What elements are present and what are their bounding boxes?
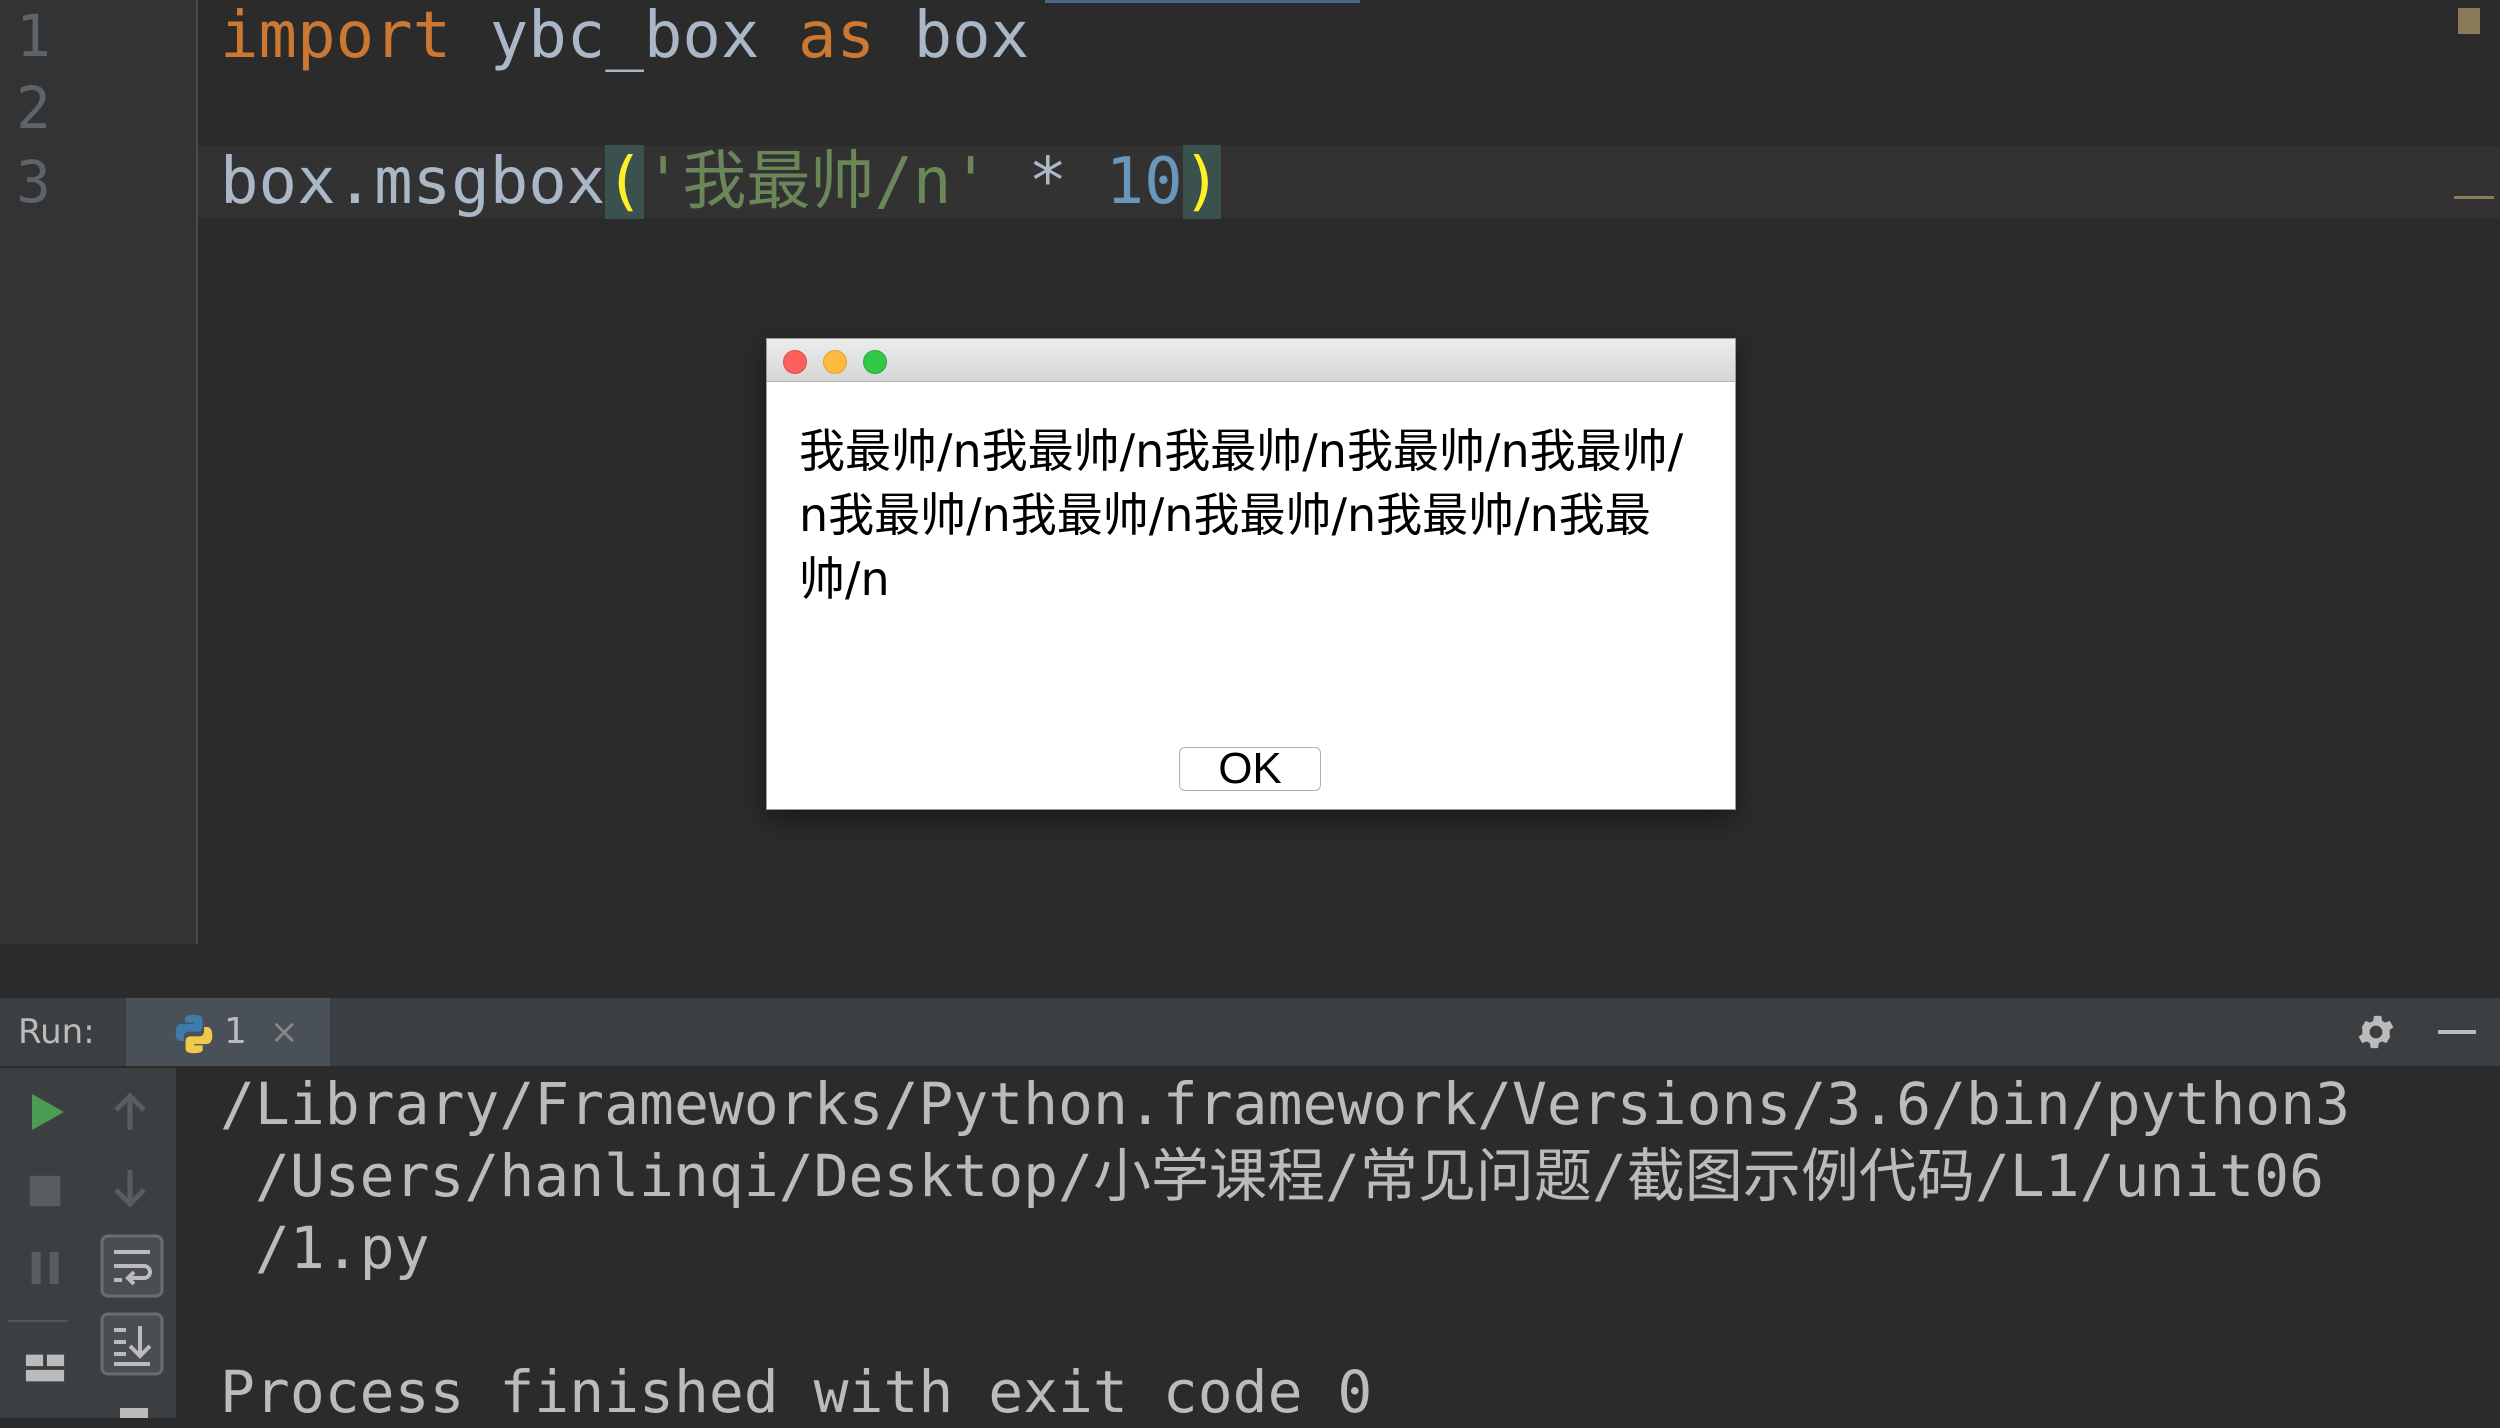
string-literal: '我最帅/n': [643, 145, 990, 219]
dialog-message: 我最帅/n我最帅/n我最帅/n我最帅/n我最帅/n我最帅/n我最帅/n我最帅/n…: [799, 424, 1684, 606]
console-line: /Users/hanlinqi/Desktop/小学课程/常见问题/截图示例代码…: [220, 1142, 2325, 1210]
code-line-1[interactable]: import ybc_box as box: [220, 0, 1029, 72]
gear-icon[interactable]: [2354, 1010, 2398, 1054]
line-number: 2: [16, 74, 51, 142]
module-alias: box: [913, 0, 1030, 73]
run-tab-label: 1: [224, 1011, 247, 1052]
arrow-down-icon[interactable]: [110, 1168, 150, 1208]
module-name: ybc_box: [489, 0, 760, 73]
stop-icon[interactable]: [26, 1172, 64, 1210]
layout-icon[interactable]: [24, 1350, 66, 1386]
editor-tab-indicator: [1045, 0, 1360, 3]
close-paren: ): [1182, 145, 1222, 219]
play-icon[interactable]: [26, 1092, 66, 1132]
scrollbar-marker[interactable]: [2454, 196, 2494, 199]
line-number: 3: [16, 148, 51, 216]
keyword-as: as: [797, 0, 876, 73]
console-line: Process finished with exit code 0: [220, 1358, 1373, 1426]
print-icon[interactable]: [116, 1404, 152, 1418]
scroll-to-end-icon[interactable]: [100, 1312, 164, 1376]
line-number-gutter: 1 2 3: [0, 0, 198, 944]
dialog-titlebar[interactable]: [767, 339, 1735, 382]
code-line-3[interactable]: box.msgbox('我最帅/n' * 10): [220, 145, 1222, 219]
minimize-icon[interactable]: [2438, 1030, 2476, 1034]
minimize-window-button[interactable]: [823, 350, 847, 374]
close-window-button[interactable]: [783, 350, 807, 374]
pause-icon[interactable]: [28, 1248, 64, 1288]
multiply-operator: *: [1028, 145, 1068, 219]
run-tab[interactable]: 1 ×: [126, 998, 330, 1066]
toolbar-separator: [8, 1320, 68, 1322]
tab-close-icon[interactable]: ×: [270, 998, 299, 1066]
function-call: box.msgbox: [220, 145, 606, 219]
console-line: /1.py: [220, 1214, 430, 1282]
keyword-import: import: [220, 0, 452, 73]
open-paren: (: [605, 145, 644, 219]
console-output[interactable]: /Library/Frameworks/Python.framework/Ver…: [176, 1068, 2500, 1426]
run-panel-label: Run:: [18, 1012, 95, 1052]
line-number: 1: [16, 2, 51, 70]
zoom-window-button[interactable]: [863, 350, 887, 374]
soft-wrap-icon[interactable]: [100, 1234, 164, 1298]
message-box-dialog: 我最帅/n我最帅/n我最帅/n我最帅/n我最帅/n我最帅/n我最帅/n我最帅/n…: [766, 338, 1736, 810]
run-panel-header: Run: 1 ×: [0, 998, 2500, 1068]
number-literal: 10: [1105, 145, 1183, 219]
arrow-up-icon[interactable]: [110, 1092, 150, 1132]
run-toolbar: [0, 1068, 176, 1418]
ok-button[interactable]: OK: [1179, 747, 1321, 791]
python-icon: [175, 1014, 213, 1054]
console-line: /Library/Frameworks/Python.framework/Ver…: [220, 1070, 2351, 1138]
inspection-status-icon[interactable]: [2458, 8, 2480, 34]
